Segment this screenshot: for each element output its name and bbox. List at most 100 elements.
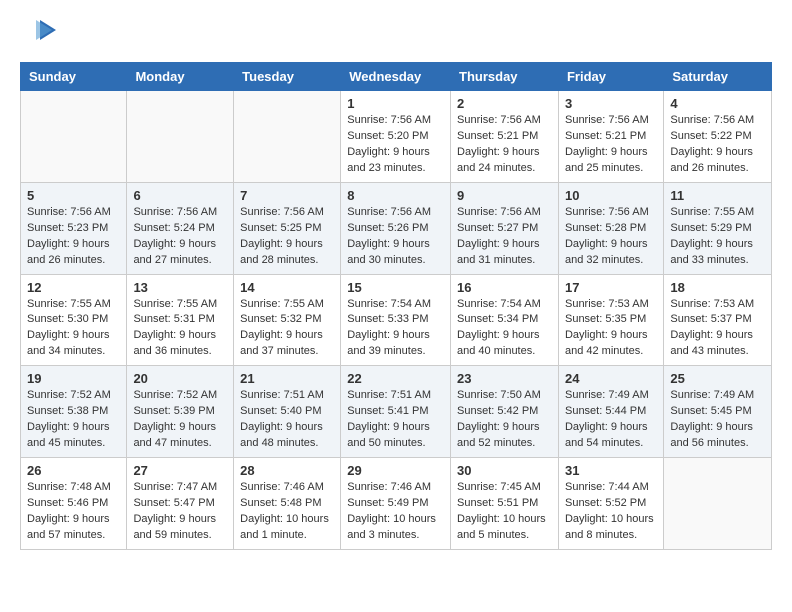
day-number: 11 [670,188,765,203]
calendar-cell: 28 Sunrise: 7:46 AMSunset: 5:48 PMDayligh… [234,458,341,550]
day-number: 26 [27,463,120,478]
calendar-cell: 2 Sunrise: 7:56 AMSunset: 5:21 PMDaylight… [451,91,559,183]
calendar-week-row-3: 12Sunrise: 7:55 AMSunset: 5:30 PMDayligh… [21,274,772,366]
day-info: Sunrise: 7:49 AMSunset: 5:45 PMDaylight:… [670,388,765,452]
day-info: Sunrise: 7:54 AMSunset: 5:34 PMDaylight:… [457,297,552,361]
day-number: 31 [565,463,657,478]
calendar-cell: 26 Sunrise: 7:48 AMSunset: 5:46 PMDayligh… [21,458,127,550]
day-number: 5 [27,188,120,203]
day-number: 17 [565,280,657,295]
day-info: Sunrise: 7:54 AMSunset: 5:33 PMDaylight:… [347,297,444,361]
day-number: 24 [565,371,657,386]
calendar-cell: 12Sunrise: 7:55 AMSunset: 5:30 PMDayligh… [21,274,127,366]
day-number: 21 [240,371,334,386]
day-info: Sunrise: 7:56 AMSunset: 5:23 PMDaylight:… [27,205,120,269]
logo-icon [20,16,56,52]
day-number: 8 [347,188,444,203]
day-number: 28 [240,463,334,478]
day-number: 12 [27,280,120,295]
calendar-cell: 15 Sunrise: 7:54 AMSunset: 5:33 PMDayligh… [341,274,451,366]
day-info: Sunrise: 7:44 AMSunset: 5:52 PMDaylight:… [565,480,657,544]
calendar-cell: 17 Sunrise: 7:53 AMSunset: 5:35 PMDayligh… [558,274,663,366]
day-info: Sunrise: 7:51 AMSunset: 5:41 PMDaylight:… [347,388,444,452]
page: SundayMondayTuesdayWednesdayThursdayFrid… [0,0,792,566]
day-info: Sunrise: 7:56 AMSunset: 5:22 PMDaylight:… [670,113,765,177]
weekday-header-row: SundayMondayTuesdayWednesdayThursdayFrid… [21,63,772,91]
day-info: Sunrise: 7:55 AMSunset: 5:29 PMDaylight:… [670,205,765,269]
calendar-week-row-5: 26 Sunrise: 7:48 AMSunset: 5:46 PMDayligh… [21,458,772,550]
day-number: 20 [133,371,227,386]
day-number: 18 [670,280,765,295]
day-info: Sunrise: 7:49 AMSunset: 5:44 PMDaylight:… [565,388,657,452]
day-info: Sunrise: 7:55 AMSunset: 5:32 PMDaylight:… [240,297,334,361]
day-number: 27 [133,463,227,478]
day-number: 10 [565,188,657,203]
day-info: Sunrise: 7:55 AMSunset: 5:31 PMDaylight:… [133,297,227,361]
day-info: Sunrise: 7:47 AMSunset: 5:47 PMDaylight:… [133,480,227,544]
calendar-cell: 5 Sunrise: 7:56 AMSunset: 5:23 PMDaylight… [21,182,127,274]
day-number: 15 [347,280,444,295]
calendar-cell: 24 Sunrise: 7:49 AMSunset: 5:44 PMDayligh… [558,366,663,458]
calendar-cell: 6 Sunrise: 7:56 AMSunset: 5:24 PMDaylight… [127,182,234,274]
day-number: 7 [240,188,334,203]
calendar-cell: 9 Sunrise: 7:56 AMSunset: 5:27 PMDaylight… [451,182,559,274]
calendar-cell [21,91,127,183]
day-number: 2 [457,96,552,111]
weekday-header-friday: Friday [558,63,663,91]
day-info: Sunrise: 7:50 AMSunset: 5:42 PMDaylight:… [457,388,552,452]
day-info: Sunrise: 7:51 AMSunset: 5:40 PMDaylight:… [240,388,334,452]
day-info: Sunrise: 7:52 AMSunset: 5:38 PMDaylight:… [27,388,120,452]
day-info: Sunrise: 7:56 AMSunset: 5:20 PMDaylight:… [347,113,444,177]
calendar-cell: 4 Sunrise: 7:56 AMSunset: 5:22 PMDaylight… [664,91,772,183]
day-number: 1 [347,96,444,111]
calendar-cell: 16Sunrise: 7:54 AMSunset: 5:34 PMDayligh… [451,274,559,366]
day-number: 23 [457,371,552,386]
weekday-header-saturday: Saturday [664,63,772,91]
weekday-header-sunday: Sunday [21,63,127,91]
weekday-header-thursday: Thursday [451,63,559,91]
day-info: Sunrise: 7:53 AMSunset: 5:35 PMDaylight:… [565,297,657,361]
calendar-cell: 30Sunrise: 7:45 AMSunset: 5:51 PMDayligh… [451,458,559,550]
calendar-cell: 23 Sunrise: 7:50 AMSunset: 5:42 PMDayligh… [451,366,559,458]
calendar-cell: 3 Sunrise: 7:56 AMSunset: 5:21 PMDaylight… [558,91,663,183]
calendar-cell: 1 Sunrise: 7:56 AMSunset: 5:20 PMDaylight… [341,91,451,183]
day-number: 29 [347,463,444,478]
calendar-cell: 29 Sunrise: 7:46 AMSunset: 5:49 PMDayligh… [341,458,451,550]
calendar-cell [234,91,341,183]
day-number: 6 [133,188,227,203]
calendar-cell [664,458,772,550]
day-info: Sunrise: 7:56 AMSunset: 5:28 PMDaylight:… [565,205,657,269]
calendar-cell: 22Sunrise: 7:51 AMSunset: 5:41 PMDayligh… [341,366,451,458]
calendar-week-row-1: 1 Sunrise: 7:56 AMSunset: 5:20 PMDaylight… [21,91,772,183]
day-info: Sunrise: 7:53 AMSunset: 5:37 PMDaylight:… [670,297,765,361]
calendar-cell: 11 Sunrise: 7:55 AMSunset: 5:29 PMDayligh… [664,182,772,274]
header [20,16,772,52]
calendar-table: SundayMondayTuesdayWednesdayThursdayFrid… [20,62,772,550]
day-info: Sunrise: 7:45 AMSunset: 5:51 PMDaylight:… [457,480,552,544]
weekday-header-wednesday: Wednesday [341,63,451,91]
weekday-header-monday: Monday [127,63,234,91]
calendar-cell: 13Sunrise: 7:55 AMSunset: 5:31 PMDayligh… [127,274,234,366]
calendar-week-row-4: 19 Sunrise: 7:52 AMSunset: 5:38 PMDayligh… [21,366,772,458]
calendar-cell: 25 Sunrise: 7:49 AMSunset: 5:45 PMDayligh… [664,366,772,458]
day-info: Sunrise: 7:56 AMSunset: 5:27 PMDaylight:… [457,205,552,269]
day-number: 3 [565,96,657,111]
calendar-cell: 8 Sunrise: 7:56 AMSunset: 5:26 PMDaylight… [341,182,451,274]
day-info: Sunrise: 7:52 AMSunset: 5:39 PMDaylight:… [133,388,227,452]
day-info: Sunrise: 7:56 AMSunset: 5:26 PMDaylight:… [347,205,444,269]
day-info: Sunrise: 7:56 AMSunset: 5:21 PMDaylight:… [565,113,657,177]
calendar-cell: 19 Sunrise: 7:52 AMSunset: 5:38 PMDayligh… [21,366,127,458]
day-info: Sunrise: 7:46 AMSunset: 5:48 PMDaylight:… [240,480,334,544]
day-number: 19 [27,371,120,386]
day-info: Sunrise: 7:56 AMSunset: 5:21 PMDaylight:… [457,113,552,177]
calendar-cell: 10 Sunrise: 7:56 AMSunset: 5:28 PMDayligh… [558,182,663,274]
day-number: 25 [670,371,765,386]
calendar-cell: 31 Sunrise: 7:44 AMSunset: 5:52 PMDayligh… [558,458,663,550]
day-info: Sunrise: 7:56 AMSunset: 5:24 PMDaylight:… [133,205,227,269]
calendar-cell: 14Sunrise: 7:55 AMSunset: 5:32 PMDayligh… [234,274,341,366]
day-info: Sunrise: 7:46 AMSunset: 5:49 PMDaylight:… [347,480,444,544]
day-number: 4 [670,96,765,111]
day-info: Sunrise: 7:48 AMSunset: 5:46 PMDaylight:… [27,480,120,544]
day-number: 9 [457,188,552,203]
calendar-cell: 20 Sunrise: 7:52 AMSunset: 5:39 PMDayligh… [127,366,234,458]
